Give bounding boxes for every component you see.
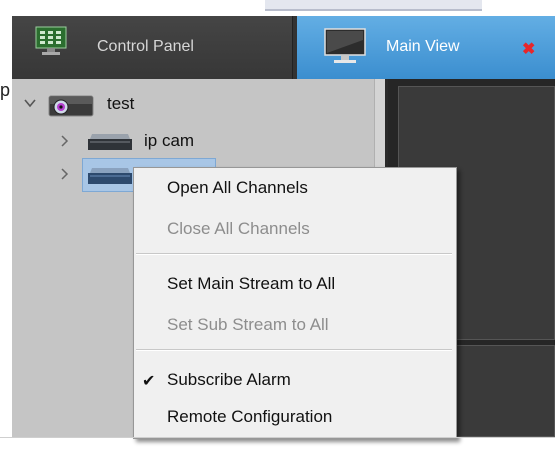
menu-item-remote-configuration[interactable]: Remote Configuration — [167, 407, 332, 427]
menu-item-open-all-channels[interactable]: Open All Channels — [167, 178, 308, 198]
menu-item-subscribe-alarm[interactable]: Subscribe Alarm — [167, 370, 291, 390]
tab-main-view-label: Main View — [386, 38, 460, 55]
page-fragment-text: p — [0, 80, 11, 100]
tab-control-panel-label: Control Panel — [97, 38, 194, 55]
menu-separator — [136, 253, 452, 255]
window-ribbon — [265, 0, 482, 11]
menu-item-set-sub-stream: Set Sub Stream to All — [167, 315, 329, 334]
tree-root-label[interactable]: test — [107, 94, 134, 114]
chevron-right-icon[interactable] — [60, 168, 69, 183]
nvr-device-icon — [86, 131, 134, 158]
context-menu: Open All Channels Close All Channels Set… — [133, 167, 457, 439]
tree-item-label[interactable]: ip cam — [144, 131, 194, 151]
tab-control-panel[interactable]: Control Panel — [12, 16, 293, 79]
chevron-right-icon[interactable] — [60, 135, 69, 150]
tab-bar: Control Panel Main View ✖ — [12, 16, 555, 79]
top-strip — [0, 0, 555, 16]
chevron-down-icon[interactable] — [24, 96, 36, 111]
bottom-rule — [0, 437, 555, 438]
close-icon[interactable]: ✖ — [522, 39, 535, 59]
menu-item-close-all-channels: Close All Channels — [167, 219, 310, 238]
tab-main-view[interactable]: Main View ✖ — [297, 16, 555, 79]
menu-separator — [136, 349, 452, 351]
camera-icon — [47, 91, 95, 124]
monitor-grid-icon — [34, 24, 68, 63]
menu-item-set-main-stream[interactable]: Set Main Stream to All — [167, 274, 335, 294]
nvr-device-icon — [86, 165, 134, 192]
checkmark-icon: ✔ — [142, 373, 156, 390]
monitor-icon — [323, 26, 367, 71]
